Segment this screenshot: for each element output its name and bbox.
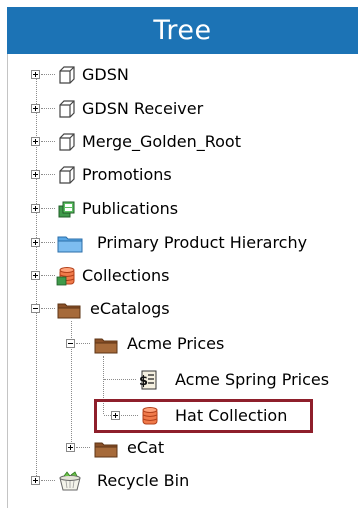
tree-connector [104,379,136,380]
tree-node-publications[interactable]: Publications [0,196,340,222]
tree-node-merge-golden-root[interactable]: Merge_Golden_Root [0,129,340,155]
cube-outline-icon [59,133,75,151]
brown-folder-icon [94,442,118,458]
tree-view: GDSN GDSN Receiver Merge_Golden_Root Pro… [0,0,358,508]
tree-node-acme-prices[interactable]: Acme Prices [0,331,340,357]
tree-node-gdsn-receiver[interactable]: GDSN Receiver [0,96,340,122]
tree-node-primary-product-hierarchy[interactable]: Primary Product Hierarchy [0,230,352,256]
expand-toggle[interactable] [31,104,40,113]
brown-folder-icon [57,303,81,319]
tree-node-ecat[interactable]: eCat [0,435,340,461]
cube-outline-icon [59,66,75,84]
tree-connector [41,174,55,175]
expand-toggle[interactable] [31,238,40,247]
tree-node-label: GDSN [82,65,129,84]
tree-connector [41,141,55,142]
tree-node-label: eCat [127,438,165,457]
selection-highlight [94,399,313,433]
tree-connector [76,447,90,448]
cube-outline-icon [59,166,75,184]
tree-connector [76,343,90,344]
tree-node-label: Recycle Bin [97,471,190,490]
tree-connector [41,242,55,243]
tree-node-collections[interactable]: Collections [0,263,340,289]
tree-node-label: Promotions [82,165,172,184]
tree-node-ecatalogs[interactable]: eCatalogs [0,296,340,322]
tree-node-recycle-bin[interactable]: Recycle Bin [0,468,340,494]
tree-node-label: Merge_Golden_Root [82,132,241,151]
tree-node-label: eCatalogs [90,299,170,318]
tree-connector [41,480,55,481]
price-list-icon: $ [139,370,157,390]
expand-toggle[interactable] [31,170,40,179]
tree-connector [41,74,55,75]
database-icon [56,267,75,286]
expand-toggle[interactable] [31,271,40,280]
recycle-bin-icon [59,471,81,491]
expand-toggle[interactable] [31,204,40,213]
blue-folder-icon [57,236,83,253]
tree-node-label: Acme Prices [127,334,225,353]
tree-node-acme-spring-prices[interactable]: $ Acme Spring Prices [0,367,358,393]
cube-outline-icon [59,100,75,118]
expand-toggle[interactable] [31,137,40,146]
tree-node-label: Publications [82,199,179,218]
tree-node-label: Collections [82,266,170,285]
expand-toggle[interactable] [31,70,40,79]
collapse-toggle[interactable] [31,304,40,313]
tree-node-label: Acme Spring Prices [175,370,330,389]
tree-node-label: GDSN Receiver [82,99,204,118]
tree-node-gdsn[interactable]: GDSN [0,62,340,88]
tree-node-promotions[interactable]: Promotions [0,162,340,188]
tree-connector [41,208,55,209]
tree-connector [41,308,55,309]
brown-folder-icon [94,338,118,354]
publications-icon [58,201,75,218]
tree-connector [41,275,55,276]
tree-node-label: Primary Product Hierarchy [97,233,308,252]
expand-toggle[interactable] [31,476,40,485]
collapse-toggle[interactable] [66,339,75,348]
svg-text:$: $ [139,374,148,389]
expand-toggle[interactable] [66,443,75,452]
tree-connector [41,108,55,109]
